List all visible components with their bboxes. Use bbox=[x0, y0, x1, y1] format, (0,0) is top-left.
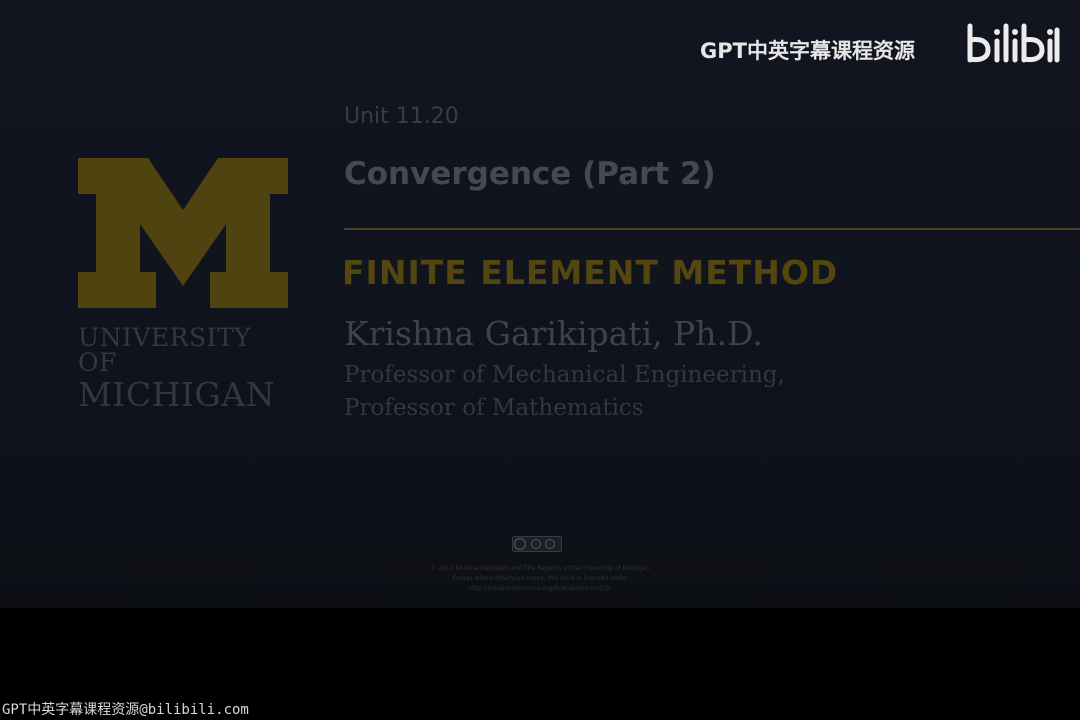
instructor-affiliation-2: Professor of Mathematics bbox=[344, 395, 644, 421]
course-title: FINITE ELEMENT METHOD bbox=[342, 253, 839, 292]
unit-number: Unit 11.20 bbox=[344, 104, 459, 129]
lecture-slide: UNIVERSITY OF MICHIGAN Unit 11.20 Conver… bbox=[0, 0, 1080, 608]
lecture-title: Convergence (Part 2) bbox=[344, 156, 716, 192]
wordmark-line2: MICHIGAN bbox=[78, 375, 275, 414]
block-m-logo-icon bbox=[78, 158, 288, 308]
license-url: http://creativecommons.org/licenses/by-n… bbox=[469, 585, 611, 592]
wordmark-line1: UNIVERSITY OF bbox=[78, 323, 252, 377]
bilibili-logo-icon bbox=[967, 23, 1060, 63]
instructor-affiliation-1: Professor of Mechanical Engineering, bbox=[344, 362, 785, 388]
watermark-channel-name: GPT中英字幕课程资源 bbox=[700, 39, 915, 63]
license-copyright: © 2015 Krishna Garikipati and The Regent… bbox=[430, 565, 650, 572]
title-divider bbox=[344, 228, 1080, 230]
creative-commons-badge-icon bbox=[512, 536, 562, 552]
watermark-url: GPT中英字幕课程资源@bilibili.com bbox=[2, 702, 249, 718]
instructor-name: Krishna Garikipati, Ph.D. bbox=[344, 314, 763, 353]
university-wordmark: UNIVERSITY OF MICHIGAN bbox=[78, 325, 298, 411]
license-notice: Except where otherwise noted, this work … bbox=[452, 575, 628, 582]
